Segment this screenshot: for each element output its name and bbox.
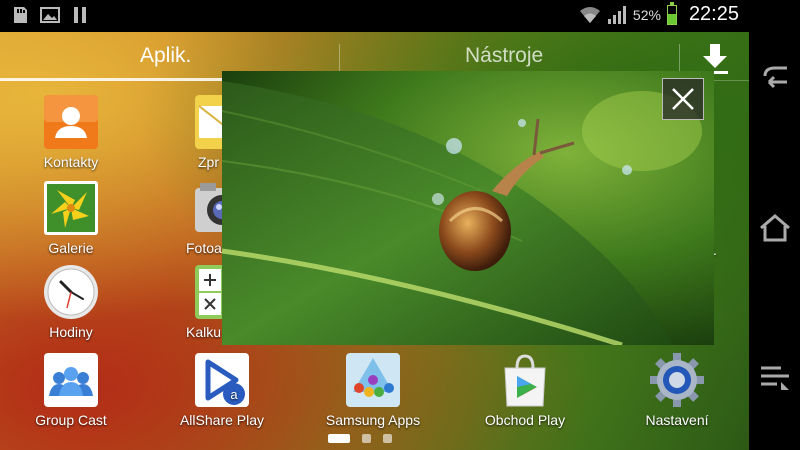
- navigation-bar: [749, 0, 800, 450]
- samsung-apps-icon: [346, 353, 400, 407]
- tab-divider: [679, 44, 680, 72]
- app-allshare-play[interactable]: a AllShare Play: [167, 352, 277, 428]
- svg-text:a: a: [230, 387, 238, 402]
- battery-percent: 52%: [632, 6, 661, 23]
- back-icon[interactable]: [757, 58, 793, 94]
- pause-icon: [74, 7, 86, 23]
- app-kontakty[interactable]: Kontakty: [16, 94, 126, 170]
- group-cast-icon: [44, 353, 98, 407]
- battery-icon: [666, 1, 677, 25]
- app-label: Kontakty: [43, 154, 99, 170]
- video-frame: [222, 71, 714, 345]
- home-icon[interactable]: [757, 210, 793, 246]
- tab-applications[interactable]: Aplik.: [140, 44, 191, 68]
- close-popup-button[interactable]: [662, 78, 704, 120]
- close-icon: [672, 88, 694, 110]
- app-zpravy[interactable]: Zpr: [168, 94, 249, 170]
- app-obchod-play[interactable]: Obchod Play: [470, 352, 580, 428]
- page-dot[interactable]: [328, 434, 350, 443]
- menu-icon[interactable]: [757, 360, 793, 396]
- app-samsung-apps[interactable]: Samsung Apps: [318, 352, 428, 428]
- tab-widgets[interactable]: Nástroje: [465, 44, 543, 68]
- page-indicator: [328, 434, 392, 443]
- status-bar: 52% 22:25: [0, 0, 749, 32]
- page-dot[interactable]: [362, 434, 371, 443]
- app-label: Kalku: [186, 324, 222, 340]
- app-fotoaparat[interactable]: Fotoa: [168, 180, 249, 256]
- app-galerie[interactable]: Galerie: [16, 180, 126, 256]
- signal-icon: [607, 5, 626, 24]
- app-label: Hodiny: [49, 324, 93, 340]
- app-label: Samsung Apps: [325, 412, 421, 428]
- page-dot[interactable]: [383, 434, 392, 443]
- app-label: Galerie: [48, 240, 94, 256]
- app-label: Fotoa: [186, 240, 222, 256]
- tab-divider: [339, 44, 340, 72]
- gallery-icon: [44, 181, 98, 235]
- app-label: Group Cast: [35, 412, 107, 428]
- app-label: Obchod Play: [484, 412, 566, 428]
- popup-video-player[interactable]: [222, 71, 714, 345]
- app-label: Nastavení: [645, 412, 709, 428]
- app-kalkulacka[interactable]: Kalku: [168, 264, 249, 340]
- settings-gear-icon: [650, 353, 704, 407]
- image-icon: [40, 7, 60, 23]
- allshare-play-icon: a: [195, 353, 249, 407]
- wifi-icon: [579, 6, 600, 23]
- app-nastaveni[interactable]: Nastavení: [622, 352, 732, 428]
- app-group-cast[interactable]: Group Cast: [16, 352, 126, 428]
- app-label: AllShare Play: [179, 412, 265, 428]
- play-store-icon: [504, 354, 546, 407]
- app-hodiny[interactable]: Hodiny: [16, 264, 126, 340]
- clock: 22:25: [688, 3, 739, 25]
- clock-icon: [44, 265, 98, 319]
- sd-card-icon: [14, 7, 27, 23]
- app-label: Zpr: [198, 154, 219, 170]
- contacts-icon: [44, 95, 98, 149]
